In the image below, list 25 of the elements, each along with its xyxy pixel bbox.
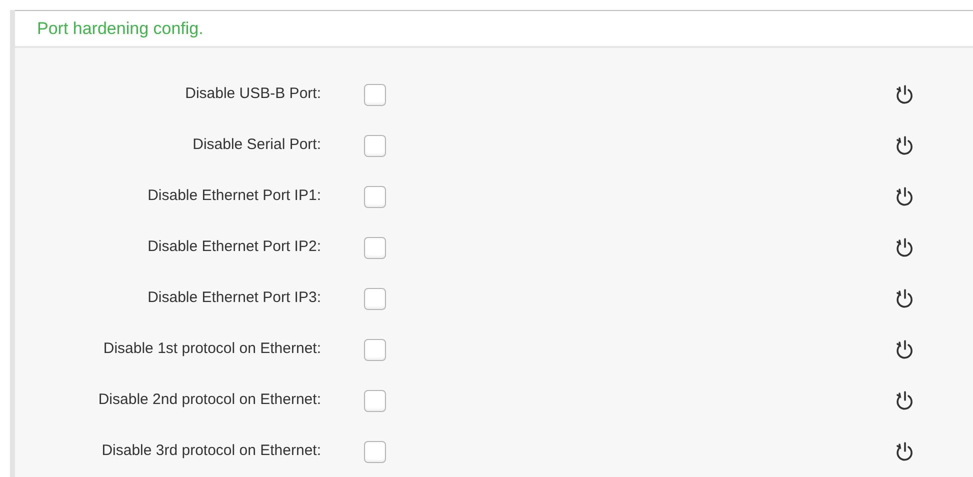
checkbox[interactable] <box>364 236 386 258</box>
checkbox[interactable] <box>364 390 386 412</box>
field-label: Disable Ethernet Port IP3: <box>146 288 321 308</box>
restart-icon[interactable] <box>895 390 915 412</box>
checkbox[interactable] <box>364 134 386 156</box>
field-label: Disable Ethernet Port IP2: <box>146 237 321 258</box>
field-label: Disable Serial Port: <box>192 135 321 156</box>
field-label: Disable 2nd protocol on Ethernet: <box>97 390 321 410</box>
restart-icon[interactable] <box>895 134 915 156</box>
panel-title: Port hardening config. <box>37 18 204 40</box>
restart-icon[interactable] <box>895 440 915 462</box>
checkbox[interactable] <box>364 440 386 462</box>
restart-icon[interactable] <box>895 186 915 208</box>
restart-icon[interactable] <box>895 236 915 258</box>
checkbox[interactable] <box>364 338 386 360</box>
restart-icon[interactable] <box>895 288 915 310</box>
field-label: Disable 3rd protocol on Ethernet: <box>100 441 321 462</box>
checkbox[interactable] <box>364 288 386 310</box>
field-label: Disable Ethernet Port IP1: <box>146 186 321 206</box>
field-label: Disable USB-B Port: <box>184 84 321 104</box>
restart-icon[interactable] <box>895 338 915 360</box>
checkbox[interactable] <box>364 186 386 208</box>
field-label: Disable 1st protocol on Ethernet: <box>102 339 321 360</box>
checkbox[interactable] <box>364 84 386 106</box>
restart-icon[interactable] <box>895 84 915 106</box>
